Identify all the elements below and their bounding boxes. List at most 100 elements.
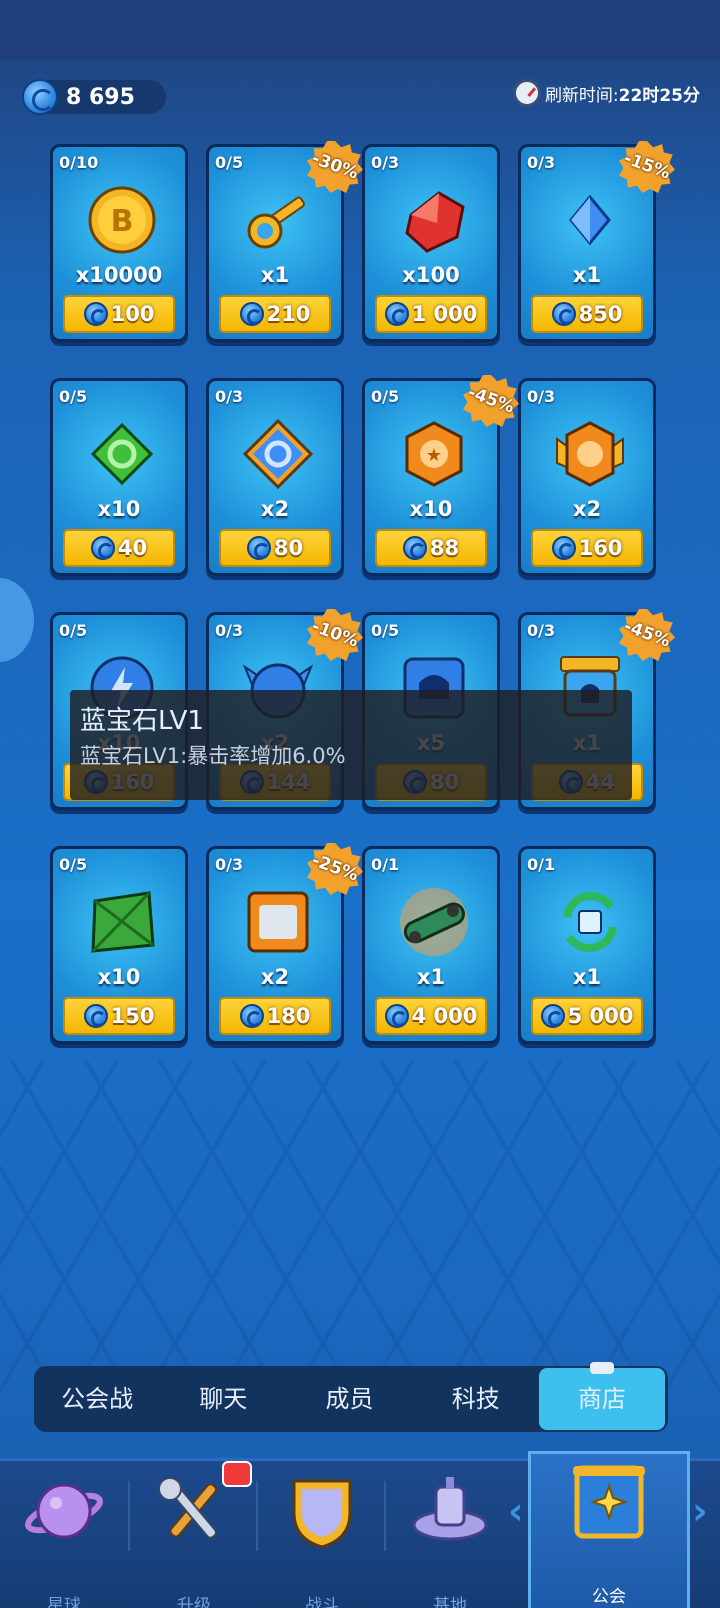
discount-badge: -10% — [307, 609, 363, 661]
buy-button[interactable]: 80 — [219, 529, 331, 567]
gem-coin-icon — [83, 302, 108, 326]
item-quantity: x2 — [572, 497, 602, 521]
item-quantity: x1 — [572, 965, 602, 989]
nav-planet[interactable]: 星球 — [0, 1461, 128, 1608]
price-value: 100 — [110, 302, 155, 326]
tooltip-title: 蓝宝石LV1 — [80, 706, 204, 736]
item-quantity: x1 — [260, 263, 290, 287]
planet-icon — [25, 1483, 103, 1539]
discount-badge: -45% — [463, 375, 519, 427]
stock-count: 0/3 — [215, 387, 244, 406]
buy-button[interactable]: 100 — [63, 295, 175, 333]
stock-count: 0/3 — [371, 153, 400, 172]
price-value: 850 — [578, 302, 623, 326]
item-tooltip: 蓝宝石LV1 蓝宝石LV1:暴击率增加6.0% — [70, 690, 632, 800]
gem-coin-icon — [22, 79, 58, 115]
item-quantity: x1 — [416, 965, 446, 989]
nav-label: 升级 — [177, 1596, 211, 1608]
stock-count: 0/1 — [527, 855, 556, 874]
shop-item-card[interactable]: 0/3 x2 80 — [206, 378, 344, 576]
price-value: 40 — [117, 536, 148, 560]
gem-coin-icon — [551, 302, 576, 326]
shop-item-card[interactable]: 0/1 x1 4 000 — [362, 846, 500, 1044]
green-crate-icon — [87, 887, 157, 957]
shop-item-card[interactable]: 0/1 x1 5 000 — [518, 846, 656, 1044]
gem-coin-icon — [239, 302, 264, 326]
discount-badge: -15% — [619, 141, 675, 193]
item-quantity: x2 — [260, 497, 290, 521]
armor-crate-icon — [243, 887, 313, 957]
stock-count: 0/3 — [215, 621, 244, 640]
notification-badge — [222, 1461, 252, 1487]
nav-base[interactable]: 基地 — [386, 1461, 514, 1608]
tab-tech[interactable]: 科技 — [413, 1368, 539, 1430]
status-bar — [0, 0, 720, 60]
stock-count: 0/3 — [527, 621, 556, 640]
buy-button[interactable]: 1 000 — [375, 295, 487, 333]
discount-value: -25% — [309, 850, 361, 886]
discount-badge: -25% — [307, 843, 363, 895]
tooltip-description: 蓝宝石LV1:暴击率增加6.0% — [80, 744, 346, 768]
shop-item-card[interactable]: 0/3 x2 180 -25% — [206, 843, 363, 1044]
shop-item-card[interactable]: 0/5 ★ x10 88 -45% — [362, 375, 519, 576]
buy-button[interactable]: 210 — [219, 295, 331, 333]
chevron-right-icon: › — [692, 1489, 708, 1533]
gem-coin-icon — [83, 1004, 108, 1028]
buy-button[interactable]: 180 — [219, 997, 331, 1035]
buy-button[interactable]: 150 — [63, 997, 175, 1035]
stock-count: 0/5 — [371, 621, 400, 640]
price-value: 4 000 — [411, 1004, 478, 1028]
nav-battle[interactable]: 战斗 — [258, 1461, 386, 1608]
tools-icon — [158, 1477, 217, 1539]
shop-item-card[interactable]: 0/5 x1 210 -30% — [206, 141, 363, 342]
gem-coin-icon — [90, 536, 115, 560]
nav-guild[interactable]: 公会 — [528, 1451, 690, 1608]
price-value: 5 000 — [567, 1004, 634, 1028]
price-value: 210 — [266, 302, 311, 326]
guild-banner-icon — [573, 1465, 645, 1539]
shop-item-card[interactable]: 0/5 x10 150 — [50, 846, 188, 1044]
tab-members[interactable]: 成员 — [286, 1368, 412, 1430]
item-quantity: x10 — [409, 497, 453, 521]
nav-label: 公会 — [592, 1587, 626, 1607]
shop-item-card[interactable]: 0/10 Bx10000 100 — [50, 144, 188, 342]
buy-button[interactable]: 5 000 — [531, 997, 643, 1035]
buy-button[interactable]: 88 — [375, 529, 487, 567]
item-quantity: x2 — [260, 965, 290, 989]
tab-shop[interactable]: 商店 — [538, 1362, 666, 1430]
stock-count: 0/10 — [59, 153, 99, 172]
discount-value: -45% — [621, 616, 673, 652]
recycle-chip-icon — [555, 887, 625, 957]
nav-upgrade[interactable]: 升级 — [130, 1461, 258, 1608]
bottom-navigation: 星球 升级 战斗 基地 ‹ 公会 › — [0, 1451, 720, 1608]
orange-star-chip-icon: ★ — [399, 419, 469, 489]
gem-coin-icon — [402, 536, 427, 560]
stock-count: 0/1 — [371, 855, 400, 874]
discount-value: -30% — [309, 148, 361, 184]
gem-coin-icon — [384, 302, 409, 326]
shop-item-card[interactable]: 0/3 x2 160 — [518, 378, 656, 576]
stock-count: 0/5 — [371, 387, 400, 406]
gem-coin-icon — [551, 536, 576, 560]
buy-button[interactable]: 160 — [531, 529, 643, 567]
shop-item-card[interactable]: 0/3 x100 1 000 — [362, 144, 500, 342]
stock-count: 0/3 — [527, 153, 556, 172]
golden-key-icon — [243, 185, 313, 255]
gem-coin-icon — [540, 1004, 565, 1028]
item-quantity: x10 — [97, 497, 141, 521]
side-float-button[interactable] — [0, 578, 34, 662]
buy-button[interactable]: 4 000 — [375, 997, 487, 1035]
buy-button[interactable]: 850 — [531, 295, 643, 333]
orange-winged-chip-icon — [555, 419, 625, 489]
refresh-time: 22时25分 — [618, 85, 700, 106]
skateboard-icon — [399, 887, 469, 957]
nav-label: 星球 — [47, 1596, 81, 1608]
shop-item-card[interactable]: 0/3 x1 850 -15% — [518, 141, 675, 342]
gem-coin-icon — [384, 1004, 409, 1028]
buy-button[interactable]: 40 — [63, 529, 175, 567]
stock-count: 0/5 — [59, 621, 88, 640]
svg-text:B: B — [111, 204, 134, 239]
tab-chat[interactable]: 聊天 — [160, 1368, 286, 1430]
tab-guild-war[interactable]: 公会战 — [34, 1368, 160, 1430]
shop-item-card[interactable]: 0/5 x10 40 — [50, 378, 188, 576]
